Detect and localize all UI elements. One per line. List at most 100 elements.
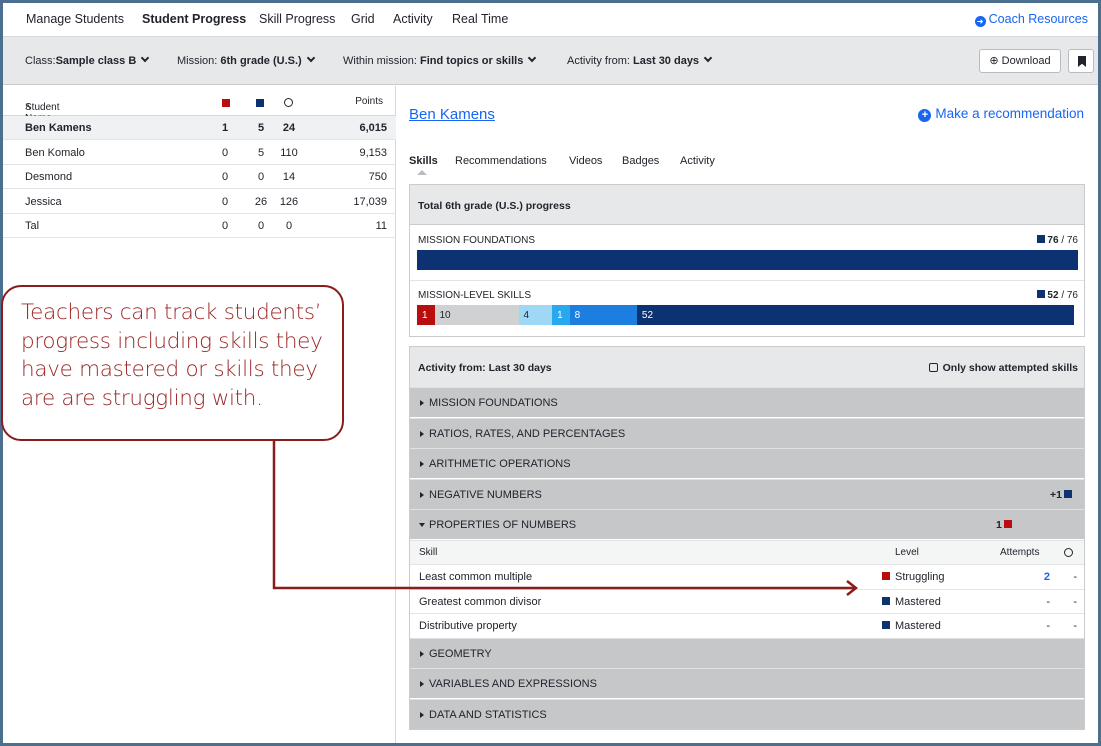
student-name: Ben Kamens [25, 122, 92, 134]
level-column-header: Level [895, 546, 919, 558]
struggling-count: 0 [221, 171, 229, 183]
chevron-down-icon [703, 53, 713, 63]
foundations-label: MISSION FOUNDATIONS [418, 235, 536, 246]
skill-time: - [1073, 595, 1077, 608]
subtab-activity[interactable]: Activity [680, 155, 715, 167]
mastered-count: 5 [257, 122, 265, 134]
tab-activity[interactable]: Activity [393, 12, 433, 26]
topic-row[interactable]: VARIABLES AND EXPRESSIONS [410, 668, 1084, 698]
skill-row[interactable]: Distributive property Mastered - - [410, 613, 1084, 637]
subtab-recommendations[interactable]: Recommendations [455, 155, 547, 167]
topic-row[interactable]: NEGATIVE NUMBERS +1 [410, 478, 1084, 509]
download-button[interactable]: ⊕ Download [979, 49, 1061, 73]
make-recommendation-label: Make a recommendation [935, 106, 1084, 121]
subtab-skills[interactable]: Skills [409, 155, 438, 175]
skill-bar-segment: 4 [518, 305, 553, 325]
clock-icon [284, 98, 293, 107]
student-row[interactable]: Desmond 0 0 14 750 [3, 165, 396, 189]
topic-label: PROPERTIES OF NUMBERS [429, 519, 577, 531]
skill-attempts: - [1046, 620, 1050, 632]
foundations-bar [417, 250, 1078, 270]
struggling-icon [882, 572, 890, 580]
student-row[interactable]: Jessica 0 26 126 17,039 [3, 190, 396, 214]
points-value: 11 [375, 220, 387, 232]
struggling-count: 0 [221, 195, 229, 208]
foundations-count-value: 76 [1047, 235, 1059, 246]
topic-row[interactable]: GEOMETRY [410, 637, 1084, 668]
skill-bar-segment-value: 1 [557, 310, 563, 321]
points-value: 17,039 [353, 195, 387, 208]
student-row[interactable]: Ben Komalo 0 5 110 9,153 [3, 141, 396, 165]
tab-student-progress[interactable]: Student Progress [142, 12, 246, 26]
skill-level: Mastered [895, 595, 941, 608]
student-name: Desmond [25, 171, 73, 183]
bookmark-button[interactable] [1068, 49, 1094, 73]
chevron-down-icon [141, 53, 150, 63]
make-recommendation-button[interactable]: + Make a recommendation [918, 106, 1084, 122]
foundations-count: 76 / 76 [1036, 235, 1078, 246]
student-name: Tal [25, 220, 40, 232]
within-mission-selector[interactable]: Within mission: Find topics or skills [343, 53, 537, 67]
activity-header: Activity from: Last 30 days Only show at… [410, 347, 1084, 387]
caret-right-icon [420, 430, 424, 437]
activity-value: Last 30 days [633, 55, 700, 67]
mission-skills-total: / 76 [1061, 290, 1078, 301]
download-label: Download [1001, 55, 1051, 67]
mission-value: 6th grade (U.S.) [220, 55, 302, 67]
topic-label: ARITHMETIC OPERATIONS [429, 458, 571, 470]
coach-resources-link[interactable]: ➜ Coach Resources [974, 12, 1088, 27]
student-row[interactable]: Ben Kamens 1 5 24 6,015 [3, 116, 396, 140]
plus-icon: + [918, 109, 932, 122]
mastered-icon [1036, 235, 1045, 243]
topic-row[interactable]: MISSION FOUNDATIONS [410, 387, 1084, 417]
skill-row[interactable]: Greatest common divisor Mastered - - [410, 588, 1084, 613]
activity-title: Activity from: Last 30 days [418, 362, 552, 374]
struggling-icon [222, 99, 230, 107]
subtab-badges[interactable]: Badges [622, 155, 659, 167]
mastered-icon [256, 99, 264, 107]
skill-row[interactable]: Least common multiple Struggling 2 - [410, 564, 1084, 588]
skill-bar-segment: 10 [434, 305, 519, 325]
topic-row[interactable]: PROPERTIES OF NUMBERS 1 [410, 509, 1084, 539]
topic-label: NEGATIVE NUMBERS [429, 488, 542, 501]
mastered-count: 26 [254, 195, 268, 208]
subtab-videos[interactable]: Videos [569, 155, 602, 167]
student-name: Ben Komalo [25, 146, 85, 159]
mission-skills-count: 52 / 76 [1036, 290, 1078, 301]
mission-skills-count-value: 52 [1047, 290, 1059, 301]
student-list-header: Student Name ˄ Points [3, 90, 396, 124]
class-selector[interactable]: Class:Sample class B [25, 53, 150, 67]
skill-bar-segment: 1 [417, 305, 435, 325]
within-value: Find topics or skills [420, 55, 524, 67]
mastered-icon [1036, 290, 1045, 298]
tab-grid[interactable]: Grid [351, 12, 375, 26]
student-row[interactable]: Tal 0 0 0 11 [3, 214, 396, 238]
only-attempted-checkbox[interactable]: Only show attempted skills [928, 362, 1078, 374]
struggling-count: 0 [221, 146, 229, 159]
tab-real-time[interactable]: Real Time [452, 12, 508, 26]
skill-name: Greatest common divisor [419, 595, 542, 608]
student-name-link[interactable]: Ben Kamens [409, 106, 495, 123]
topic-row[interactable]: ARITHMETIC OPERATIONS [410, 448, 1084, 478]
student-name: Jessica [25, 195, 62, 208]
mission-selector[interactable]: Mission: 6th grade (U.S.) [177, 53, 315, 67]
progress-header: Total 6th grade (U.S.) progress [410, 185, 1084, 225]
struggling-count: 0 [221, 220, 229, 232]
caret-right-icon [420, 461, 424, 467]
topic-row[interactable]: DATA AND STATISTICS [410, 698, 1084, 729]
caret-right-icon [420, 681, 424, 687]
topic-label: VARIABLES AND EXPRESSIONS [429, 678, 597, 690]
skill-level: Struggling [895, 571, 945, 583]
skill-attempts[interactable]: 2 [1020, 571, 1050, 583]
caret-right-icon [420, 650, 424, 657]
topic-row[interactable]: RATIOS, RATES, AND PERCENTAGES [410, 417, 1084, 448]
caret-up-icon: ˄ [25, 102, 31, 113]
tab-skill-progress[interactable]: Skill Progress [259, 12, 335, 26]
mastered-icon [1064, 489, 1072, 498]
topic-badge-value: +1 [1050, 488, 1062, 501]
skill-bar-segment-value: 10 [439, 310, 451, 321]
activity-range-selector[interactable]: Activity from: Last 30 days [567, 53, 713, 67]
tab-manage-students[interactable]: Manage Students [26, 12, 124, 26]
skill-bar-segment: 8 [569, 305, 637, 325]
skill-time: - [1073, 620, 1077, 632]
